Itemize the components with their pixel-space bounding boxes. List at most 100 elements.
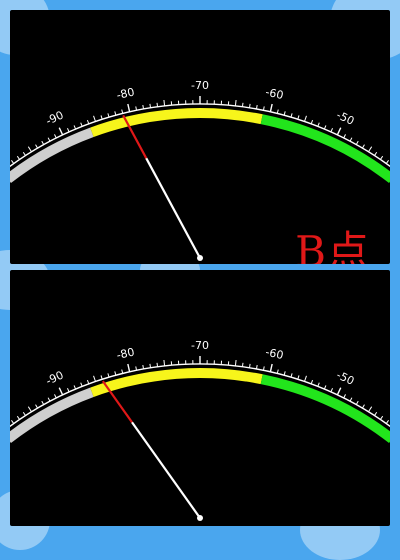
zone-good-arc bbox=[262, 119, 390, 179]
minor-tick bbox=[235, 360, 236, 366]
tick-label: -50 bbox=[334, 368, 356, 387]
minor-tick bbox=[311, 120, 312, 124]
minor-tick bbox=[242, 363, 243, 367]
minor-tick bbox=[150, 104, 151, 108]
minor-tick bbox=[48, 398, 50, 402]
minor-tick bbox=[67, 128, 69, 132]
major-tick bbox=[270, 364, 272, 372]
minor-tick bbox=[298, 375, 299, 379]
minor-tick bbox=[42, 141, 44, 144]
minor-tick bbox=[101, 115, 102, 119]
tick-label: -90 bbox=[44, 108, 66, 127]
minor-tick bbox=[36, 405, 38, 408]
minor-tick bbox=[291, 113, 292, 117]
minor-tick bbox=[324, 125, 326, 129]
tick-label: -60 bbox=[264, 85, 284, 102]
minor-tick bbox=[115, 111, 116, 115]
needle-pivot bbox=[197, 255, 203, 261]
minor-tick bbox=[331, 128, 333, 132]
minor-tick bbox=[380, 416, 382, 419]
minor-tick bbox=[305, 116, 307, 122]
tick-label: -80 bbox=[115, 345, 135, 362]
minor-tick bbox=[157, 103, 158, 107]
major-tick bbox=[128, 104, 130, 112]
minor-tick bbox=[344, 394, 346, 398]
zone-good-arc bbox=[262, 379, 390, 439]
minor-tick bbox=[122, 370, 123, 374]
tick-label: -90 bbox=[44, 368, 66, 387]
minor-tick bbox=[108, 113, 109, 117]
major-tick bbox=[337, 388, 340, 395]
minor-tick bbox=[277, 370, 278, 374]
minor-tick bbox=[36, 145, 38, 148]
minor-tick bbox=[150, 364, 151, 368]
minor-tick bbox=[344, 134, 346, 138]
zone-weak-arc bbox=[10, 132, 92, 179]
minor-tick bbox=[284, 111, 285, 115]
minor-tick bbox=[235, 100, 236, 106]
zone-weak-arc bbox=[10, 392, 92, 439]
minor-tick bbox=[311, 380, 312, 384]
minor-tick bbox=[324, 385, 326, 389]
minor-tick bbox=[23, 412, 25, 415]
minor-tick bbox=[284, 371, 285, 375]
minor-tick bbox=[249, 104, 250, 108]
minor-tick bbox=[81, 383, 82, 387]
minor-tick bbox=[48, 138, 50, 142]
zone-fair-arc bbox=[92, 113, 262, 132]
minor-tick bbox=[101, 375, 102, 379]
minor-tick bbox=[350, 138, 352, 142]
zone-fair-arc bbox=[92, 373, 262, 392]
minor-tick bbox=[362, 405, 364, 408]
minor-tick bbox=[143, 105, 144, 109]
major-tick bbox=[270, 104, 272, 112]
gauge-panel-top: -100-90-80-70-60-50-40dBm B点 bbox=[10, 10, 390, 264]
minor-tick bbox=[42, 401, 44, 404]
minor-tick bbox=[11, 160, 13, 163]
minor-tick bbox=[143, 365, 144, 369]
minor-tick bbox=[318, 123, 319, 127]
minor-tick bbox=[318, 383, 319, 387]
minor-tick bbox=[94, 376, 96, 382]
minor-tick bbox=[305, 376, 307, 382]
minor-tick bbox=[249, 364, 250, 368]
major-tick bbox=[128, 364, 130, 372]
minor-tick bbox=[157, 363, 158, 367]
minor-tick bbox=[122, 110, 123, 114]
minor-tick bbox=[11, 420, 13, 423]
tick-label: -60 bbox=[264, 345, 284, 362]
minor-tick bbox=[386, 160, 388, 163]
minor-tick bbox=[17, 156, 19, 159]
minor-tick bbox=[81, 123, 82, 127]
minor-tick bbox=[17, 416, 19, 419]
minor-tick bbox=[23, 152, 25, 155]
signal-gauge-bottom: -100-90-80-70-60-50-40dBm bbox=[10, 270, 390, 526]
minor-tick bbox=[369, 147, 372, 152]
tick-label: -70 bbox=[191, 79, 209, 92]
minor-tick bbox=[94, 116, 96, 122]
minor-tick bbox=[256, 365, 257, 369]
needle bbox=[132, 422, 200, 518]
minor-tick bbox=[256, 105, 257, 109]
needle-pivot bbox=[197, 515, 203, 521]
minor-tick bbox=[242, 103, 243, 107]
minor-tick bbox=[386, 420, 388, 423]
minor-tick bbox=[356, 401, 358, 404]
minor-tick bbox=[74, 385, 76, 389]
minor-tick bbox=[350, 398, 352, 402]
major-tick bbox=[337, 128, 340, 135]
minor-tick bbox=[291, 373, 292, 377]
minor-tick bbox=[277, 110, 278, 114]
minor-tick bbox=[380, 156, 382, 159]
minor-tick bbox=[67, 388, 69, 392]
minor-tick bbox=[369, 407, 372, 412]
minor-tick bbox=[164, 360, 165, 366]
minor-tick bbox=[331, 388, 333, 392]
minor-tick bbox=[54, 394, 56, 398]
major-tick bbox=[59, 128, 62, 135]
minor-tick bbox=[375, 152, 377, 155]
tick-label: -80 bbox=[115, 85, 135, 102]
minor-tick bbox=[54, 134, 56, 138]
tick-label: -50 bbox=[334, 108, 356, 127]
minor-tick bbox=[28, 147, 31, 152]
